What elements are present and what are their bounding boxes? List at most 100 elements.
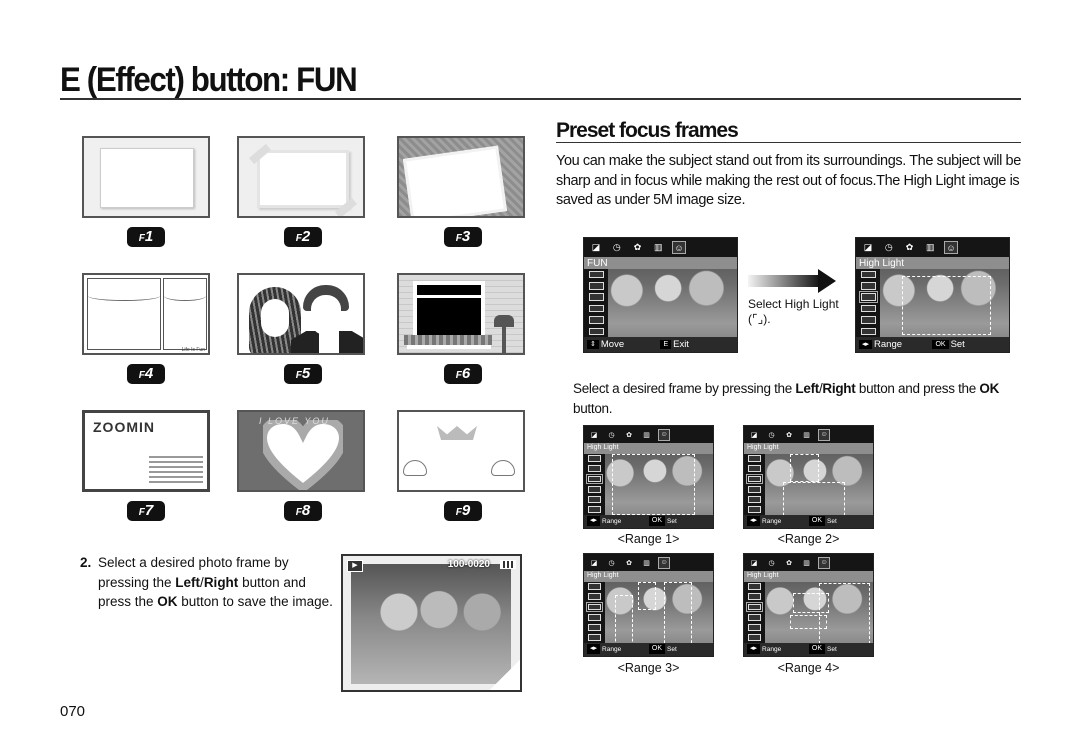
highlight-icon[interactable] xyxy=(746,601,763,613)
fun-side-menu xyxy=(584,581,605,643)
composite-icon[interactable] xyxy=(588,485,601,493)
fun-face-icon[interactable]: ☺ xyxy=(657,428,671,441)
section-divider xyxy=(556,142,1021,143)
portrait-icon[interactable] xyxy=(588,282,604,290)
composite-icon[interactable] xyxy=(588,304,604,313)
photo-edit-icon[interactable]: ◪ xyxy=(861,241,876,255)
ok-key-icon: OK xyxy=(932,339,949,350)
lcd-help-bar: ◂▸ Range OK Set xyxy=(744,642,873,656)
mode-icon-bar: ◪ ◷ ✿ ▥ ☺ xyxy=(584,238,737,258)
help-label: Set xyxy=(667,517,677,525)
face-cutout xyxy=(261,299,289,337)
sticker-icon[interactable] xyxy=(860,327,876,336)
photo-edit-icon[interactable]: ◪ xyxy=(748,429,761,441)
wing-icon xyxy=(403,460,427,476)
focus-frame xyxy=(790,615,827,630)
frame-caption: Life Is Fun xyxy=(181,347,205,353)
text-run: button and press the xyxy=(855,381,980,396)
text-run-bold: Right xyxy=(203,574,239,590)
badge-number: 2 xyxy=(301,228,311,245)
leftright-key-icon: ◂▸ xyxy=(747,644,761,655)
focus-frame xyxy=(638,581,657,611)
highlight-icon[interactable] xyxy=(858,291,878,303)
frame-badge-f7: F7 xyxy=(127,501,165,521)
frame-thumbnail-f3 xyxy=(397,136,525,218)
keyboard-icon[interactable]: ▥ xyxy=(651,241,666,255)
arrow-right-icon xyxy=(748,269,838,293)
clock-icon[interactable]: ◷ xyxy=(609,241,624,255)
portrait-icon[interactable] xyxy=(588,465,601,473)
help-label: Range xyxy=(762,517,782,525)
frame-icon[interactable] xyxy=(860,270,876,279)
photo-frame-icon[interactable] xyxy=(588,316,604,324)
frame-icon[interactable] xyxy=(588,455,601,462)
photo-frame-icon[interactable] xyxy=(860,316,876,324)
help-label: Range xyxy=(602,645,622,653)
photo-frame-icon[interactable] xyxy=(588,624,601,631)
fun-face-icon[interactable]: ☺ xyxy=(817,428,831,441)
photo-frame-icon[interactable] xyxy=(588,496,601,503)
fun-face-icon[interactable]: ☺ xyxy=(817,556,831,569)
highlight-icon[interactable] xyxy=(588,293,604,301)
menu-title: High Light xyxy=(584,443,713,454)
palette-icon[interactable]: ✿ xyxy=(623,429,636,441)
frame-icon[interactable] xyxy=(588,583,601,590)
composite-icon[interactable] xyxy=(860,304,876,313)
keyboard-icon[interactable]: ▥ xyxy=(800,429,813,441)
mode-icon-bar: ◪ ◷ ✿ ▥ ☺ xyxy=(584,426,713,444)
palette-icon[interactable]: ✿ xyxy=(902,241,917,255)
fun-face-icon[interactable]: ☺ xyxy=(657,556,671,569)
frame-icon[interactable] xyxy=(748,583,761,590)
photo-frame-icon[interactable] xyxy=(748,496,761,503)
photo-edit-icon[interactable]: ◪ xyxy=(748,557,761,569)
photo-edit-icon[interactable]: ◪ xyxy=(589,241,604,255)
portrait-icon[interactable] xyxy=(748,593,761,601)
composite-icon[interactable] xyxy=(588,613,601,621)
clock-icon[interactable]: ◷ xyxy=(765,429,778,441)
mode-icon-bar: ◪ ◷ ✿ ▥ ☺ xyxy=(744,554,873,572)
photo-edit-icon[interactable]: ◪ xyxy=(588,557,601,569)
ok-key-icon: OK xyxy=(648,644,666,655)
palette-icon[interactable]: ✿ xyxy=(783,557,796,569)
portrait-icon[interactable] xyxy=(860,282,876,290)
photo-frame-icon[interactable] xyxy=(748,624,761,631)
keyboard-icon[interactable]: ▥ xyxy=(640,429,653,441)
palette-icon[interactable]: ✿ xyxy=(623,557,636,569)
sticker-icon[interactable] xyxy=(588,506,601,513)
clock-icon[interactable]: ◷ xyxy=(765,557,778,569)
crown-icon xyxy=(437,426,477,440)
palette-icon[interactable]: ✿ xyxy=(630,241,645,255)
badge-number: 4 xyxy=(144,365,154,382)
sticker-icon[interactable] xyxy=(588,327,604,336)
fun-face-icon[interactable]: ☺ xyxy=(943,240,959,255)
frame-thumbnail-f1 xyxy=(82,136,210,218)
composite-icon[interactable] xyxy=(748,485,761,493)
highlight-icon[interactable] xyxy=(746,473,763,485)
keyboard-icon[interactable]: ▥ xyxy=(640,557,653,569)
sticker-icon[interactable] xyxy=(748,506,761,513)
leftright-key-icon: ◂▸ xyxy=(859,339,873,350)
clock-icon[interactable]: ◷ xyxy=(881,241,896,255)
keyboard-icon[interactable]: ▥ xyxy=(800,557,813,569)
highlight-icon[interactable] xyxy=(586,473,603,485)
lcd-fun-menu: ◪ ◷ ✿ ▥ ☺ FUN ⇕ Move E Exit xyxy=(583,237,738,353)
frame-icon[interactable] xyxy=(588,270,604,279)
fun-face-icon[interactable]: ☺ xyxy=(671,240,687,255)
frame-badge-f1: F1 xyxy=(127,227,165,247)
keyboard-icon[interactable]: ▥ xyxy=(923,241,938,255)
palette-icon[interactable]: ✿ xyxy=(783,429,796,441)
clock-icon[interactable]: ◷ xyxy=(605,557,618,569)
badge-number: 3 xyxy=(461,228,471,245)
highlight-icon[interactable] xyxy=(586,601,603,613)
composite-icon[interactable] xyxy=(748,613,761,621)
portrait-icon[interactable] xyxy=(748,465,761,473)
lcd-highlight-menu: ◪ ◷ ✿ ▥ ☺ High Light ◂▸ Range OK Set xyxy=(855,237,1010,353)
photo-edit-icon[interactable]: ◪ xyxy=(588,429,601,441)
sticker-icon[interactable] xyxy=(588,634,601,641)
menu-title: FUN xyxy=(584,257,737,269)
clock-icon[interactable]: ◷ xyxy=(605,429,618,441)
frame-icon[interactable] xyxy=(748,455,761,462)
help-label: Set xyxy=(827,517,837,525)
sticker-icon[interactable] xyxy=(748,634,761,641)
portrait-icon[interactable] xyxy=(588,593,601,601)
